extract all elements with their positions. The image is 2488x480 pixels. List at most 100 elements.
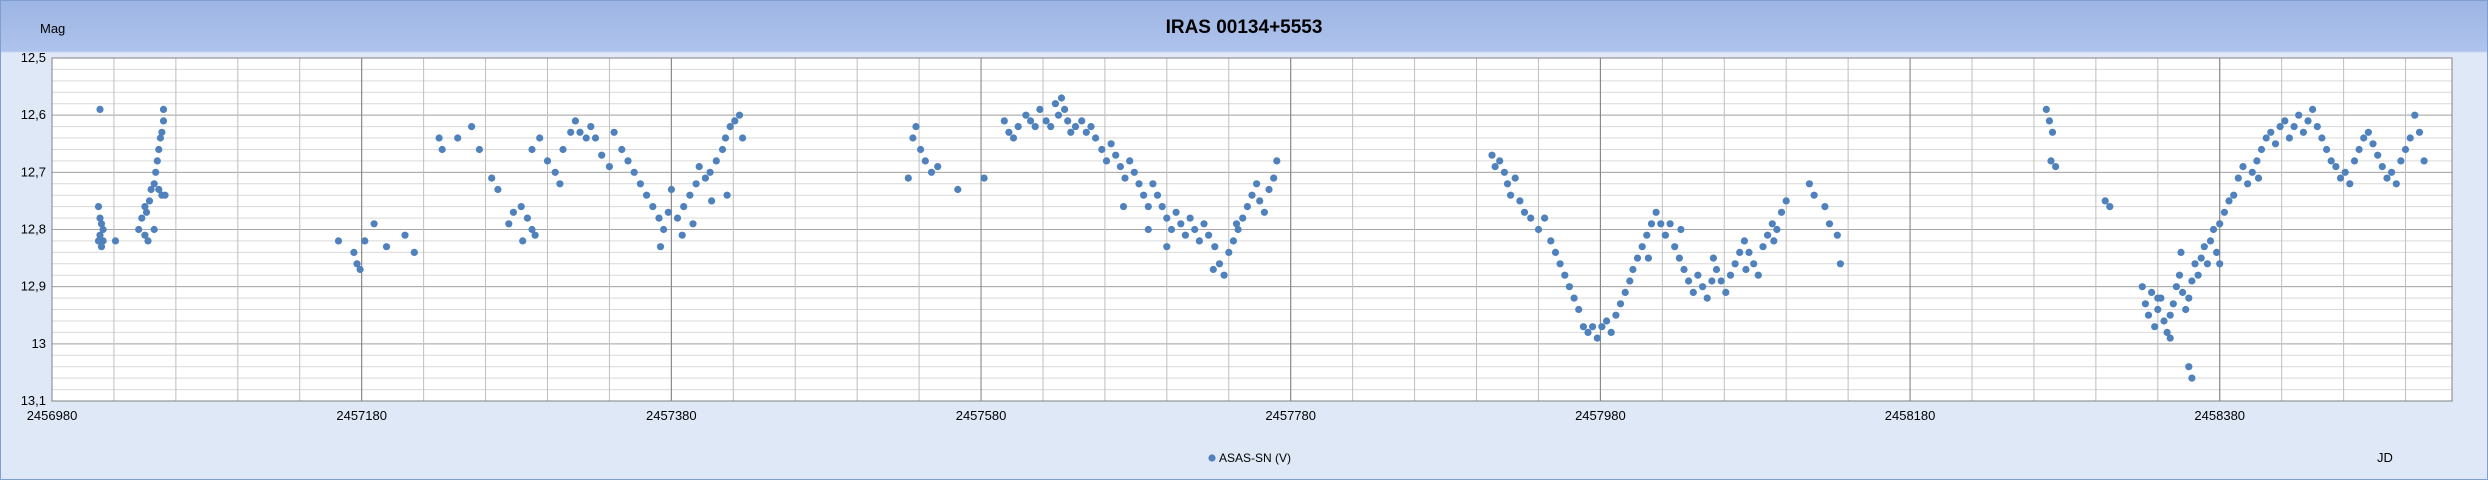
data-point	[2206, 237, 2215, 245]
data-point	[2299, 128, 2307, 136]
data-point	[1607, 328, 1615, 336]
data-point	[2179, 288, 2187, 296]
data-point	[145, 197, 154, 205]
data-point	[1612, 311, 1620, 319]
data-point	[111, 237, 120, 245]
data-point	[1172, 208, 1180, 216]
data-point	[909, 134, 917, 142]
data-point	[2346, 180, 2354, 188]
data-point	[153, 157, 161, 165]
data-point	[1144, 225, 1152, 234]
data-point	[673, 214, 682, 222]
data-point	[159, 105, 168, 113]
data-point	[2383, 174, 2391, 182]
data-point	[1102, 157, 1111, 165]
data-point	[718, 145, 727, 154]
data-point	[701, 174, 710, 182]
data-point	[1511, 174, 1519, 182]
data-point	[1836, 260, 1844, 268]
data-point	[2281, 117, 2289, 125]
data-point	[1603, 317, 1611, 325]
data-point	[2166, 334, 2174, 342]
data-point	[158, 128, 166, 136]
data-point	[138, 214, 146, 222]
data-point	[1740, 237, 1748, 245]
legend: ASAS-SN (V)	[1208, 451, 1291, 465]
data-point	[1685, 277, 1693, 285]
data-point	[1112, 151, 1120, 159]
data-point	[1565, 283, 1573, 291]
data-point	[1821, 203, 1829, 211]
data-point	[1768, 220, 1776, 228]
data-point	[159, 117, 168, 125]
data-point	[1507, 191, 1515, 199]
data-point	[1215, 260, 1224, 268]
data-point	[1500, 168, 1508, 176]
data-point	[2341, 168, 2349, 176]
data-point	[1677, 225, 1685, 234]
data-point	[2309, 105, 2317, 113]
data-point	[1680, 265, 1688, 274]
data-point	[1253, 180, 1261, 188]
data-point	[505, 220, 513, 228]
data-point	[2154, 294, 2162, 302]
data-point	[1119, 203, 1128, 211]
data-point	[649, 203, 657, 211]
data-point	[2194, 271, 2202, 279]
data-point	[2248, 168, 2256, 176]
data-point	[2415, 128, 2424, 136]
data-point	[155, 145, 163, 154]
data-point	[1520, 208, 1529, 216]
data-point	[2106, 203, 2114, 211]
data-point	[2225, 197, 2233, 205]
data-point	[1064, 117, 1072, 125]
data-point	[2148, 288, 2156, 296]
data-point	[1181, 231, 1189, 239]
data-point	[921, 157, 929, 165]
data-point	[1121, 174, 1129, 182]
data-point	[1657, 220, 1665, 228]
data-point	[2188, 374, 2196, 382]
data-point	[517, 203, 525, 211]
x-tick-label: 2457580	[956, 408, 1007, 423]
data-point	[1022, 111, 1030, 119]
data-point	[1071, 123, 1080, 131]
data-point	[1777, 208, 1786, 216]
data-point	[1722, 288, 1730, 296]
data-point	[1717, 277, 1725, 285]
data-point	[2336, 174, 2345, 182]
data-point	[2360, 134, 2368, 142]
data-point	[1731, 260, 1739, 268]
data-point	[1000, 117, 1008, 125]
data-point	[1232, 220, 1241, 228]
data-point	[1570, 294, 1578, 302]
data-point	[1130, 168, 1138, 176]
data-point	[543, 157, 552, 165]
data-point	[1621, 288, 1629, 296]
data-point	[2327, 157, 2335, 165]
data-point	[2350, 157, 2359, 165]
data-point	[94, 203, 103, 211]
data-point	[1561, 271, 1569, 279]
data-point	[1579, 323, 1587, 331]
data-point	[1643, 231, 1651, 239]
x-tick-label: 2458380	[2194, 408, 2245, 423]
y-tick-label: 12,8	[21, 222, 46, 237]
data-point	[1709, 254, 1717, 262]
data-point	[1527, 214, 1535, 222]
x-axis-label: JD	[2377, 450, 2393, 465]
data-point	[144, 237, 152, 245]
data-point	[2045, 117, 2053, 125]
data-point	[2318, 134, 2326, 142]
data-point	[927, 168, 936, 176]
data-point	[2267, 128, 2275, 136]
data-point	[1167, 225, 1176, 234]
data-point	[2141, 300, 2149, 308]
data-point	[1742, 265, 1750, 274]
data-point	[2175, 271, 2184, 279]
x-tick-label: 2457380	[646, 408, 697, 423]
data-point	[2406, 134, 2414, 142]
data-point	[2262, 134, 2270, 142]
data-point	[636, 180, 645, 188]
data-point	[1825, 220, 1834, 228]
